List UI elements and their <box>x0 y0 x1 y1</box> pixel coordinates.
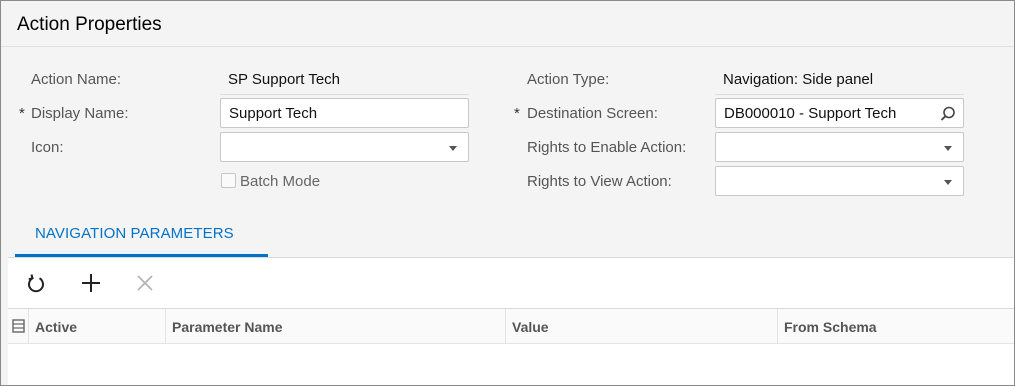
rights-enable-label: Rights to Enable Action: <box>527 139 687 156</box>
search-icon[interactable] <box>939 105 957 123</box>
row-selector-column[interactable] <box>8 309 29 344</box>
display-name-field[interactable]: Support Tech <box>220 98 469 128</box>
batch-mode-label: Batch Mode <box>240 173 321 190</box>
chevron-down-icon[interactable] <box>449 146 457 151</box>
action-name-value: SP Support Tech <box>228 71 341 88</box>
action-type-label: Action Type: <box>527 71 610 88</box>
action-properties-dialog: Action Properties Action Name: SP Suppor… <box>0 0 1015 386</box>
column-header-label: Parameter Name <box>172 319 283 335</box>
dialog-title: Action Properties <box>17 14 162 35</box>
column-header-label: From Schema <box>784 319 877 335</box>
navigation-parameters-grid: Active Parameter Name Value From Schema <box>8 257 1014 385</box>
tab-label: NAVIGATION PARAMETERS <box>35 225 234 242</box>
display-name-value: Support Tech <box>229 105 318 122</box>
tab-navigation-parameters[interactable]: NAVIGATION PARAMETERS <box>15 214 268 257</box>
grid-toolbar <box>8 258 1014 308</box>
refresh-icon[interactable] <box>24 271 48 295</box>
display-name-label: Display Name: <box>31 105 129 122</box>
delete-icon[interactable] <box>133 271 157 295</box>
rights-view-label: Rights to View Action: <box>527 173 672 190</box>
action-type-underline <box>715 94 964 95</box>
column-config-icon[interactable] <box>12 319 25 333</box>
action-type-value: Navigation: Side panel <box>723 71 874 88</box>
batch-mode-checkbox[interactable] <box>221 173 236 188</box>
action-name-label: Action Name: <box>31 71 122 88</box>
add-icon[interactable] <box>79 271 103 295</box>
action-name-underline <box>220 94 469 95</box>
rights-view-select[interactable] <box>715 166 964 196</box>
column-header-from-schema[interactable]: From Schema <box>778 309 1014 344</box>
column-header-label: Value <box>512 319 549 335</box>
column-header-value[interactable]: Value <box>506 309 778 344</box>
destination-screen-field[interactable]: DB000010 - Support Tech <box>715 98 964 128</box>
rights-enable-select[interactable] <box>715 132 964 162</box>
icon-select[interactable] <box>220 132 469 162</box>
column-header-active[interactable]: Active <box>29 309 166 344</box>
column-header-label: Active <box>35 319 78 335</box>
display-name-required-marker: * <box>19 105 25 122</box>
icon-label: Icon: <box>31 139 64 156</box>
dialog-header: Action Properties <box>1 1 1014 47</box>
destination-screen-value: DB000010 - Support Tech <box>724 105 897 122</box>
column-header-parameter-name[interactable]: Parameter Name <box>166 309 506 344</box>
grid-header: Active Parameter Name Value From Schema <box>8 308 1014 344</box>
destination-screen-required-marker: * <box>514 105 520 122</box>
chevron-down-icon[interactable] <box>944 146 952 151</box>
destination-screen-label: Destination Screen: <box>527 105 658 122</box>
chevron-down-icon[interactable] <box>944 180 952 185</box>
